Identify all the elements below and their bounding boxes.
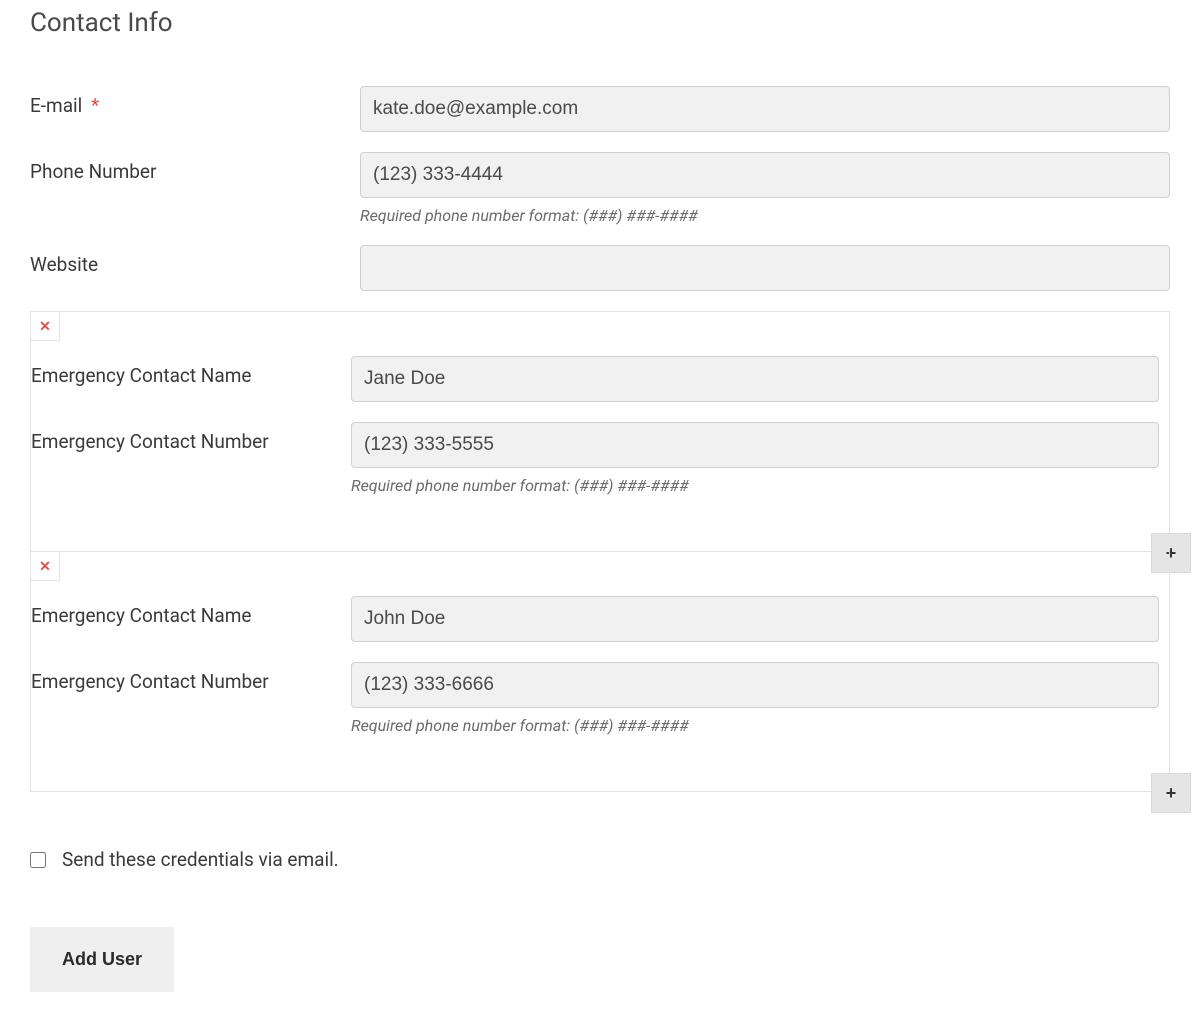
remove-contact-button[interactable]: ✕ bbox=[30, 311, 60, 341]
section-title: Contact Info bbox=[30, 8, 1170, 38]
phone-help-text: Required phone number format: (###) ###-… bbox=[360, 206, 1170, 225]
email-input[interactable] bbox=[360, 86, 1170, 132]
remove-contact-button[interactable]: ✕ bbox=[30, 551, 60, 581]
emergency-name-input[interactable] bbox=[351, 356, 1159, 402]
phone-input[interactable] bbox=[360, 152, 1170, 198]
emergency-name-label: Emergency Contact Name bbox=[31, 596, 351, 627]
phone-row: Phone Number Required phone number forma… bbox=[30, 152, 1170, 225]
emergency-name-label: Emergency Contact Name bbox=[31, 356, 351, 387]
close-icon: ✕ bbox=[39, 319, 51, 333]
emergency-number-help: Required phone number format: (###) ###-… bbox=[351, 476, 1159, 495]
emergency-contact-group: ✕ Emergency Contact Name Emergency Conta… bbox=[30, 311, 1170, 552]
add-user-button[interactable]: Add User bbox=[30, 927, 174, 992]
website-label: Website bbox=[30, 245, 360, 276]
plus-icon: + bbox=[1166, 783, 1177, 804]
phone-label: Phone Number bbox=[30, 152, 360, 183]
send-credentials-row: Send these credentials via email. bbox=[30, 848, 1170, 871]
emergency-number-row: Emergency Contact Number Required phone … bbox=[31, 662, 1159, 735]
emergency-name-row: Emergency Contact Name bbox=[31, 356, 1159, 402]
emergency-number-input[interactable] bbox=[351, 662, 1159, 708]
emergency-number-label: Emergency Contact Number bbox=[31, 422, 351, 453]
add-contact-button[interactable]: + bbox=[1151, 773, 1191, 813]
required-mark-icon: * bbox=[91, 94, 99, 117]
email-row: E-mail * bbox=[30, 86, 1170, 132]
email-label-text: E-mail bbox=[30, 94, 82, 117]
emergency-contact-group: ✕ Emergency Contact Name Emergency Conta… bbox=[30, 552, 1170, 792]
emergency-number-help: Required phone number format: (###) ###-… bbox=[351, 716, 1159, 735]
emergency-number-row: Emergency Contact Number Required phone … bbox=[31, 422, 1159, 495]
emergency-number-label: Emergency Contact Number bbox=[31, 662, 351, 693]
emergency-name-row: Emergency Contact Name bbox=[31, 596, 1159, 642]
close-icon: ✕ bbox=[39, 559, 51, 573]
email-label: E-mail * bbox=[30, 86, 360, 117]
website-row: Website bbox=[30, 245, 1170, 291]
send-credentials-checkbox[interactable] bbox=[30, 852, 46, 868]
emergency-name-input[interactable] bbox=[351, 596, 1159, 642]
website-input[interactable] bbox=[360, 245, 1170, 291]
emergency-number-input[interactable] bbox=[351, 422, 1159, 468]
send-credentials-label: Send these credentials via email. bbox=[62, 848, 339, 871]
